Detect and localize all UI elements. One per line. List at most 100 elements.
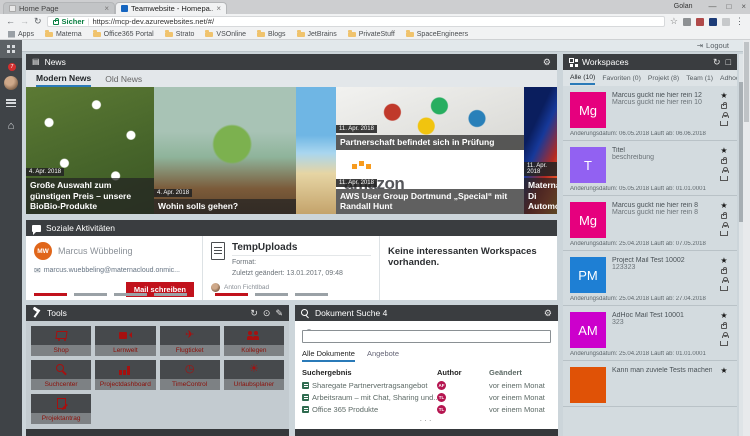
bookmark-folder[interactable]: Office365 Portal [93, 31, 154, 38]
document-search-input[interactable] [302, 330, 551, 343]
tab-modern-news[interactable]: Modern News [36, 71, 91, 87]
bookmark-folder[interactable]: JetBrains [297, 31, 337, 38]
social-document-card[interactable]: TempUploads Format: Zuletzt geändert: 13… [203, 236, 380, 300]
sidebar-apps-button[interactable] [0, 40, 22, 58]
archive-icon[interactable] [720, 231, 728, 236]
extension-icon[interactable] [683, 18, 691, 26]
archive-icon[interactable] [720, 286, 728, 291]
gear-icon[interactable]: ⚙ [544, 309, 552, 318]
star-icon[interactable]: ★ [720, 202, 727, 210]
scrollbar-thumb[interactable] [744, 42, 749, 122]
table-row[interactable]: Office 365 Produkte TL vor einem Monat [302, 403, 551, 415]
tool-tile-urlaubsplaner[interactable]: ☀ Urlaubsplaner [224, 360, 284, 390]
workspace-tile[interactable] [570, 367, 606, 403]
tab-old-news[interactable]: Old News [105, 72, 142, 86]
browser-tab-home[interactable]: Home Page × [3, 2, 115, 14]
table-row[interactable]: Arbeitsraum – mit Chat, Sharing und... T… [302, 391, 551, 403]
social-person-card[interactable]: MW Marcus Wübbeling ✉ marcus.wuebbeling@… [26, 236, 203, 300]
more-results-ellipsis[interactable]: ··· [302, 416, 551, 425]
tab-projekt[interactable]: Projekt (8) [648, 73, 679, 84]
members-icon[interactable] [721, 222, 728, 228]
pencil-icon[interactable]: ✎ [275, 309, 283, 318]
back-icon[interactable]: ← [6, 17, 15, 26]
star-icon[interactable]: ★ [720, 367, 727, 375]
pagination-dots[interactable] [215, 293, 328, 296]
workspace-tile[interactable]: Mg [570, 202, 606, 238]
extension-icon[interactable] [722, 18, 730, 26]
members-icon[interactable] [721, 167, 728, 173]
window-close-button[interactable]: × [741, 2, 746, 11]
workspace-tile[interactable]: Mg [570, 92, 606, 128]
browser-tab-teamwebsite[interactable]: Teamwebsite - Homepa... × [115, 2, 227, 14]
tool-tile-timecontrol[interactable]: ◷ TimeControl [160, 360, 220, 390]
window-maximize-button[interactable]: □ [726, 2, 731, 11]
bookmark-apps[interactable]: Apps [8, 31, 34, 38]
tab-close-icon[interactable]: × [216, 4, 221, 13]
tab-adhoc[interactable]: Adhoc (1) [720, 73, 737, 84]
bookmark-star-icon[interactable]: ☆ [670, 16, 678, 27]
browser-profile-name[interactable]: Golan [674, 3, 693, 10]
tool-tile-shop[interactable]: Shop [31, 326, 91, 356]
bookmark-folder[interactable]: SpaceEngineers [406, 31, 468, 38]
workspace-tile[interactable]: AM [570, 312, 606, 348]
tab-close-icon[interactable]: × [104, 4, 109, 13]
lock-icon[interactable] [721, 159, 727, 164]
news-card-biobio[interactable]: 4. Apr. 2018 Große Auswahl zum günstigen… [26, 87, 154, 214]
tab-angebote[interactable]: Angebote [367, 349, 399, 362]
gear-icon[interactable]: ⚙ [543, 58, 551, 67]
tab-alle[interactable]: Alle (10) [570, 72, 595, 85]
news-card-aws[interactable]: amazon 11. Apr. 2018 AWS User Group Dort… [336, 150, 524, 214]
tab-team[interactable]: Team (1) [686, 73, 713, 84]
workspace-list-item[interactable]: Kann man zuviele Tests machen? ★ [563, 361, 737, 407]
members-icon[interactable] [721, 277, 728, 283]
window-minimize-button[interactable]: — [708, 2, 716, 11]
workspace-list-item[interactable]: PM Project Mail Test 10002 123323 ★ Ände… [563, 251, 737, 306]
pagination-dots[interactable] [34, 293, 187, 296]
tool-tile-flugticket[interactable]: ✈ Flugticket [160, 326, 220, 356]
workspace-list-item[interactable]: Mg Marcus guckt nie hier rein 8 Marcus g… [563, 196, 737, 251]
lock-icon[interactable] [721, 324, 727, 329]
workspace-list-item[interactable]: T Titel beschreibung ★ Änderungsdatum: 0… [563, 141, 737, 196]
members-icon[interactable] [721, 112, 728, 118]
table-row[interactable]: Sharegate Partnervertragsangebot AF vor … [302, 379, 551, 391]
star-icon[interactable]: ★ [720, 257, 727, 265]
tab-favoriten[interactable]: Favoriten (0) [602, 73, 641, 84]
star-icon[interactable]: ★ [720, 147, 727, 155]
tool-tile-kollegen[interactable]: Kollegen [224, 326, 284, 356]
archive-icon[interactable] [720, 121, 728, 126]
tool-tile-suchcenter[interactable]: Suchcenter [31, 360, 91, 390]
layout-icon[interactable]: □ [726, 58, 731, 67]
bookmark-folder[interactable]: Blogs [257, 31, 286, 38]
bookmark-folder[interactable]: VSOnline [205, 31, 246, 38]
sidebar-home-button[interactable]: ⌂ [8, 116, 15, 134]
tool-tile-lernwelt[interactable]: Lernwelt [95, 326, 155, 356]
news-card-partnerschaft[interactable]: 11. Apr. 2018 Partnerschaft befindet sic… [336, 87, 524, 150]
browser-menu-icon[interactable]: ⋮ [735, 16, 744, 27]
refresh-icon[interactable]: ↻ [713, 58, 721, 67]
news-card-materna-partial[interactable]: 11. Apr. 2018 Materna Di Automotive [524, 87, 557, 214]
bookmark-folder[interactable]: Materna [45, 31, 82, 38]
news-card-wohin[interactable]: 4. Apr. 2018 Wohin solls gehen? [154, 87, 296, 214]
tool-tile-projektantrag[interactable]: Projektantrag [31, 394, 91, 424]
workspace-tile[interactable]: T [570, 147, 606, 183]
reload-icon[interactable]: ↻ [34, 17, 42, 26]
person-email[interactable]: marcus.wuebbeling@maternacloud.onmic... [44, 267, 180, 274]
url-omnibox[interactable]: Sicher | https://mcp-dev.azurewebsites.n… [47, 16, 665, 27]
tool-tile-projectdashboard[interactable]: Projectdashboard [95, 360, 155, 390]
archive-icon[interactable] [720, 341, 728, 346]
refresh-icon[interactable]: ↻ [250, 309, 258, 318]
extension-icon[interactable] [696, 18, 704, 26]
members-icon[interactable] [721, 332, 728, 338]
sidebar-menu-button[interactable] [6, 99, 16, 107]
bookmark-folder[interactable]: Strato [165, 31, 195, 38]
bookmark-folder[interactable]: PrivateStuff [348, 31, 395, 38]
workspace-list-item[interactable]: AM AdHoc Mail Test 10001 323 ★ Änderungs… [563, 306, 737, 361]
lock-icon[interactable] [721, 104, 727, 109]
star-icon[interactable]: ★ [720, 312, 727, 320]
page-scrollbar[interactable] [743, 40, 750, 436]
target-icon[interactable]: ⊙ [263, 309, 271, 318]
forward-icon[interactable]: → [20, 17, 29, 26]
archive-icon[interactable] [720, 176, 728, 181]
workspace-list-item[interactable]: Mg Marcus guckt nie hier rein 12 Marcus … [563, 86, 737, 141]
lock-icon[interactable] [721, 214, 727, 219]
